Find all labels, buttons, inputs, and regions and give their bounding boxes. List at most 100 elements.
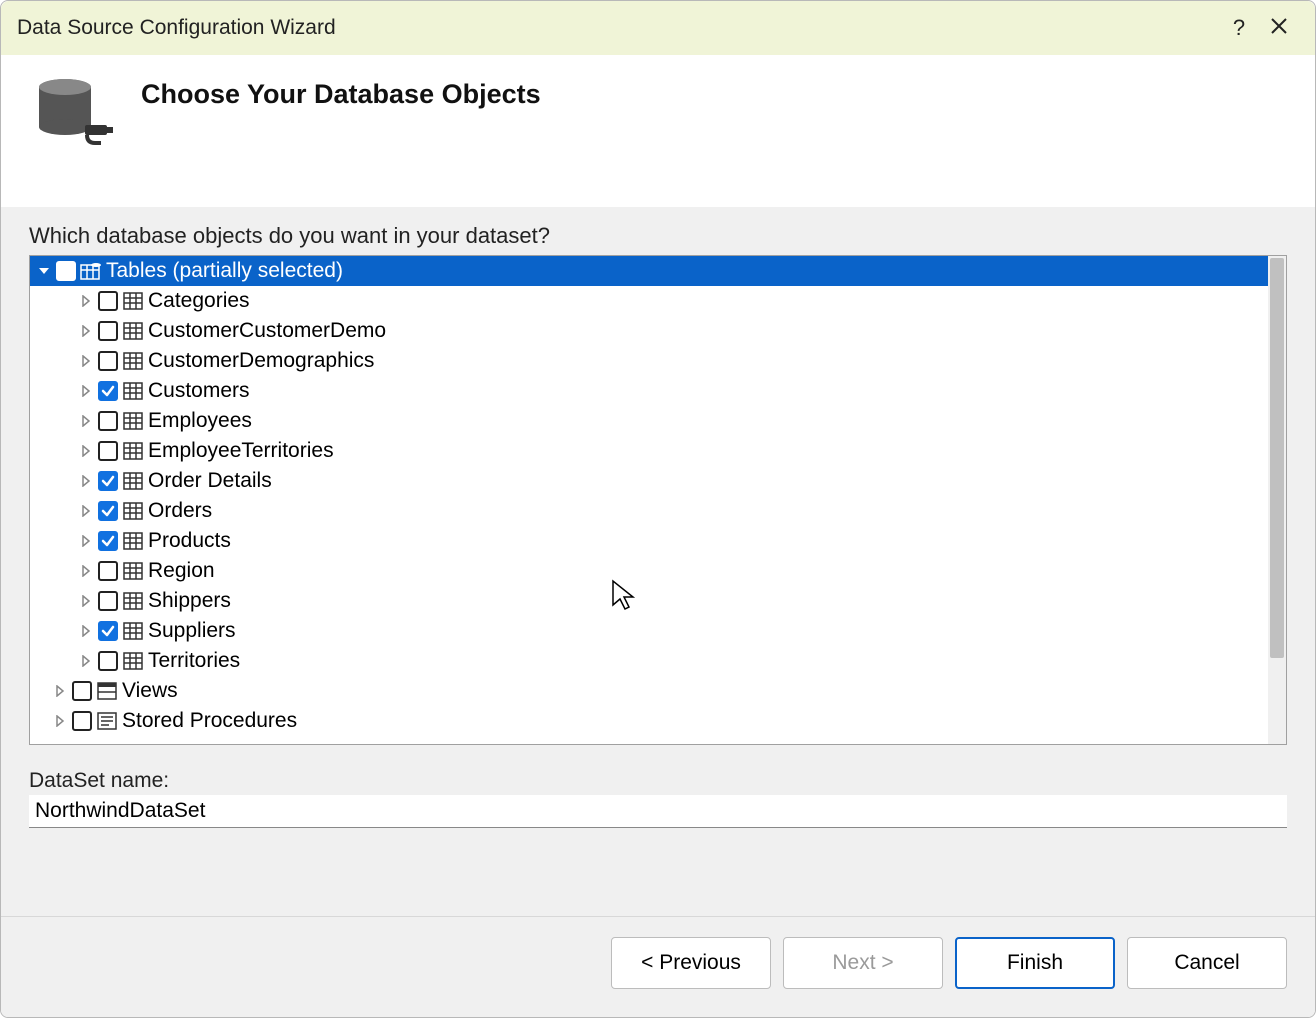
tree-node-table[interactable]: EmployeeTerritories — [30, 436, 1268, 466]
tree-checkbox[interactable] — [98, 381, 118, 401]
expand-icon[interactable] — [78, 563, 94, 579]
prompt-text: Which database objects do you want in yo… — [29, 223, 1287, 249]
expand-icon[interactable] — [52, 713, 68, 729]
expand-icon[interactable] — [78, 653, 94, 669]
tree-checkbox[interactable] — [98, 441, 118, 461]
tree-checkbox[interactable] — [98, 321, 118, 341]
tree-checkbox[interactable] — [98, 621, 118, 641]
tree-node-label: Order Details — [148, 466, 272, 496]
tree-node-label: Customers — [148, 376, 250, 406]
tree-checkbox[interactable] — [98, 471, 118, 491]
table-icon — [122, 531, 144, 551]
tree-node-label: CustomerCustomerDemo — [148, 316, 386, 346]
views-icon — [96, 681, 118, 701]
expand-icon[interactable] — [78, 413, 94, 429]
expand-icon[interactable] — [52, 683, 68, 699]
expand-icon[interactable] — [78, 623, 94, 639]
table-icon — [122, 471, 144, 491]
tree-node-label: Suppliers — [148, 616, 236, 646]
tree-node-table[interactable]: Customers — [30, 376, 1268, 406]
table-icon — [122, 441, 144, 461]
tree-node-label: CustomerDemographics — [148, 346, 374, 376]
expand-icon[interactable] — [78, 443, 94, 459]
table-icon — [122, 291, 144, 311]
wizard-dialog: Data Source Configuration Wizard ? Choos… — [0, 0, 1316, 1018]
finish-button[interactable]: Finish — [955, 937, 1115, 989]
expand-icon[interactable] — [78, 533, 94, 549]
tree-checkbox[interactable] — [98, 291, 118, 311]
next-button[interactable]: Next > — [783, 937, 943, 989]
page-title: Choose Your Database Objects — [141, 79, 541, 110]
expand-icon[interactable] — [78, 503, 94, 519]
help-icon: ? — [1233, 15, 1245, 41]
tree-node-table[interactable]: Territories — [30, 646, 1268, 676]
close-button[interactable] — [1259, 8, 1299, 48]
cancel-button[interactable]: Cancel — [1127, 937, 1287, 989]
tree-node-views[interactable]: Views — [30, 676, 1268, 706]
tree-node-stored-procedures[interactable]: Stored Procedures — [30, 706, 1268, 736]
expand-icon[interactable] — [78, 383, 94, 399]
tree-node-table[interactable]: Region — [30, 556, 1268, 586]
wizard-footer: < Previous Next > Finish Cancel — [1, 916, 1315, 1017]
object-tree-panel: Tables (partially selected) Categories C… — [29, 255, 1287, 745]
table-icon — [122, 321, 144, 341]
titlebar: Data Source Configuration Wizard ? — [1, 1, 1315, 55]
expand-icon[interactable] — [78, 593, 94, 609]
tree-node-table[interactable]: Products — [30, 526, 1268, 556]
tree-checkbox[interactable] — [98, 501, 118, 521]
tree-checkbox[interactable] — [98, 561, 118, 581]
tree-node-table[interactable]: Order Details — [30, 466, 1268, 496]
tree-node-label: Territories — [148, 646, 240, 676]
tree-node-label: Shippers — [148, 586, 231, 616]
tree-node-label: Tables (partially selected) — [106, 256, 343, 286]
tree-checkbox[interactable] — [98, 411, 118, 431]
help-button[interactable]: ? — [1219, 8, 1259, 48]
tree-checkbox[interactable] — [98, 591, 118, 611]
close-icon — [1270, 15, 1288, 41]
tree-node-table[interactable]: CustomerCustomerDemo — [30, 316, 1268, 346]
tree-node-label: Orders — [148, 496, 212, 526]
table-icon — [122, 651, 144, 671]
tree-checkbox[interactable] — [72, 681, 92, 701]
table-icon — [122, 381, 144, 401]
stored-procedures-icon — [96, 711, 118, 731]
tree-node-table[interactable]: Employees — [30, 406, 1268, 436]
tree-node-label: Stored Procedures — [122, 706, 297, 736]
object-tree[interactable]: Tables (partially selected) Categories C… — [30, 256, 1268, 744]
tree-node-label: Region — [148, 556, 215, 586]
table-icon — [122, 351, 144, 371]
table-icon — [122, 501, 144, 521]
tree-node-label: Products — [148, 526, 231, 556]
tree-node-table[interactable]: Shippers — [30, 586, 1268, 616]
tree-node-table[interactable]: Orders — [30, 496, 1268, 526]
previous-button[interactable]: < Previous — [611, 937, 771, 989]
wizard-body: Which database objects do you want in yo… — [1, 207, 1315, 916]
database-icon — [29, 77, 121, 157]
tree-checkbox[interactable] — [72, 711, 92, 731]
tree-node-label: EmployeeTerritories — [148, 436, 334, 466]
table-icon — [122, 561, 144, 581]
tree-node-label: Views — [122, 676, 178, 706]
wizard-header: Choose Your Database Objects — [1, 55, 1315, 207]
window-title: Data Source Configuration Wizard — [17, 16, 1219, 40]
tree-checkbox[interactable] — [98, 351, 118, 371]
expand-icon[interactable] — [78, 353, 94, 369]
tree-checkbox[interactable] — [98, 531, 118, 551]
tree-node-table[interactable]: Suppliers — [30, 616, 1268, 646]
table-icon — [122, 411, 144, 431]
expand-icon[interactable] — [78, 293, 94, 309]
scrollbar-thumb[interactable] — [1270, 258, 1284, 658]
tables-folder-icon — [80, 261, 102, 281]
tree-node-label: Employees — [148, 406, 252, 436]
expand-icon[interactable] — [78, 323, 94, 339]
tree-node-table[interactable]: Categories — [30, 286, 1268, 316]
dataset-name-input[interactable] — [29, 795, 1287, 828]
scrollbar[interactable] — [1268, 256, 1286, 744]
tree-checkbox[interactable] — [56, 261, 76, 281]
tree-node-table[interactable]: CustomerDemographics — [30, 346, 1268, 376]
expand-icon[interactable] — [78, 473, 94, 489]
tree-node-label: Categories — [148, 286, 250, 316]
tree-checkbox[interactable] — [98, 651, 118, 671]
tree-node-tables[interactable]: Tables (partially selected) — [30, 256, 1268, 286]
collapse-icon[interactable] — [36, 263, 52, 279]
